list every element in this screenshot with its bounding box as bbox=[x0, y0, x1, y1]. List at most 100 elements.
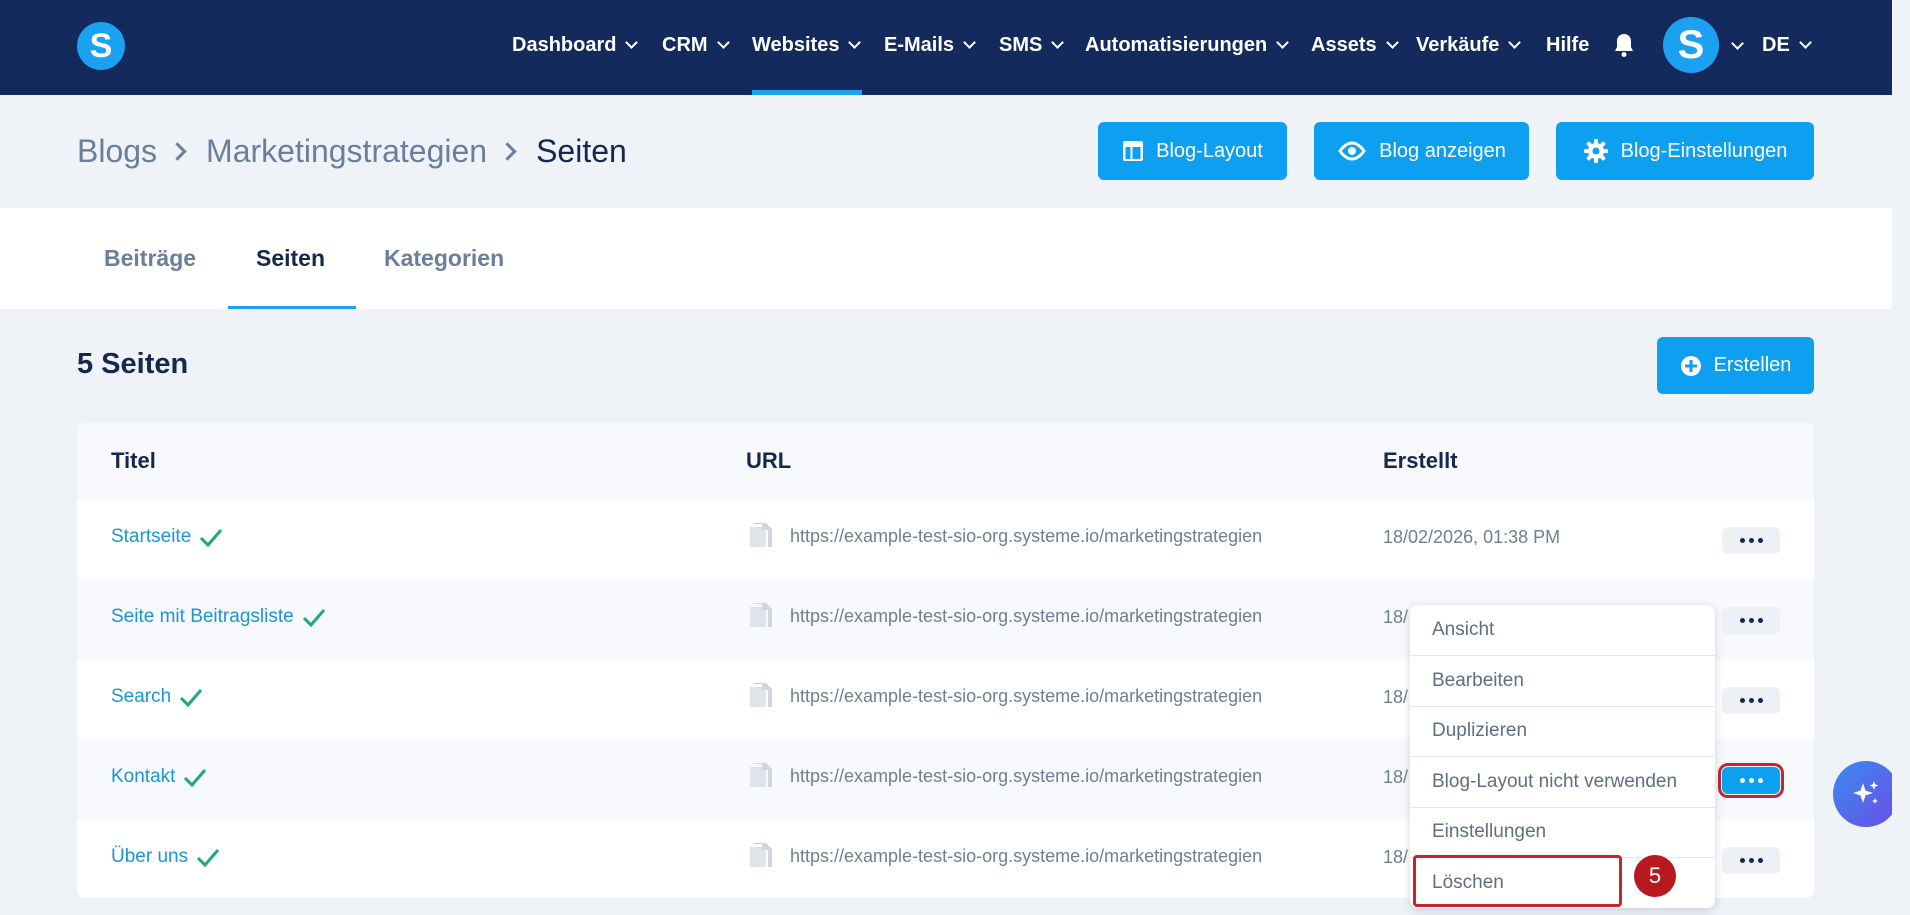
breadcrumb-item-blog[interactable]: Marketingstrategien bbox=[206, 133, 487, 170]
check-icon bbox=[302, 609, 325, 627]
page-title-link[interactable]: Seite mit Beitragsliste bbox=[111, 606, 326, 628]
gear-icon bbox=[1583, 139, 1608, 163]
blog-settings-button[interactable]: Blog-Einstellungen bbox=[1556, 122, 1814, 180]
create-button[interactable]: Erstellen bbox=[1657, 337, 1814, 394]
layout-icon bbox=[1123, 141, 1144, 161]
copy-icon[interactable] bbox=[748, 523, 772, 551]
row-actions-button[interactable] bbox=[1722, 607, 1780, 634]
page-count-title: 5 Seiten bbox=[77, 348, 189, 380]
ai-assistant-button[interactable] bbox=[1833, 761, 1899, 827]
nav-item-verkaeufe[interactable]: Verkäufe bbox=[1416, 30, 1522, 60]
nav-item-assets[interactable]: Assets bbox=[1311, 30, 1399, 60]
chevron-down-icon bbox=[1730, 36, 1744, 50]
nav-item-hilfe[interactable]: Hilfe bbox=[1546, 30, 1589, 60]
top-navigation: S Dashboard CRM Websites E-Mails SMS Aut… bbox=[0, 0, 1892, 95]
button-label: Blog-Layout bbox=[1156, 139, 1263, 162]
dot bbox=[1739, 858, 1745, 863]
scrollbar-track[interactable] bbox=[1892, 0, 1910, 915]
page-title-link[interactable]: Search bbox=[111, 686, 203, 708]
table-row: Startseite https://example-test-sio-org.… bbox=[77, 499, 1814, 579]
tab-kategorien[interactable]: Kategorien bbox=[384, 245, 504, 272]
dot bbox=[1748, 538, 1754, 543]
chevron-down-icon bbox=[1051, 35, 1065, 49]
chevron-down-icon bbox=[625, 35, 639, 49]
page-title: Search bbox=[111, 686, 172, 707]
page-created: 18/ bbox=[1383, 607, 1409, 627]
plus-circle-icon bbox=[1680, 355, 1701, 376]
check-icon bbox=[197, 849, 220, 867]
nav-label: E-Mails bbox=[884, 33, 955, 56]
bell-icon[interactable] bbox=[1613, 32, 1635, 58]
chevron-down-icon bbox=[1798, 35, 1812, 49]
nav-item-sms[interactable]: SMS bbox=[999, 30, 1065, 60]
page-title: Kontakt bbox=[111, 766, 176, 787]
nav-label: Automatisierungen bbox=[1085, 33, 1268, 56]
systeme-logo[interactable]: S bbox=[77, 22, 125, 70]
step-badge: 5 bbox=[1634, 855, 1676, 897]
highlight-box bbox=[1413, 855, 1622, 907]
dot bbox=[1739, 538, 1745, 543]
nav-item-dashboard[interactable]: Dashboard bbox=[512, 30, 639, 60]
dot bbox=[1757, 698, 1763, 703]
menu-item-blog-layout-nicht-verwenden[interactable]: Blog-Layout nicht verwenden bbox=[1410, 757, 1715, 808]
page-title-link[interactable]: Startseite bbox=[111, 526, 223, 548]
check-icon bbox=[184, 769, 207, 787]
nav-item-automatisierungen[interactable]: Automatisierungen bbox=[1085, 30, 1290, 60]
dot bbox=[1748, 858, 1754, 863]
language-selector[interactable]: DE bbox=[1762, 30, 1812, 60]
dot bbox=[1739, 698, 1745, 703]
nav-label: Websites bbox=[752, 33, 840, 56]
page-title: Startseite bbox=[111, 526, 192, 547]
dot bbox=[1739, 618, 1745, 623]
dot bbox=[1748, 778, 1754, 783]
nav-item-crm[interactable]: CRM bbox=[662, 30, 730, 60]
nav-label: CRM bbox=[662, 33, 708, 56]
menu-item-ansicht[interactable]: Ansicht bbox=[1410, 605, 1715, 656]
dot bbox=[1739, 778, 1745, 783]
page-created: 18/ bbox=[1383, 687, 1409, 707]
copy-icon[interactable] bbox=[748, 763, 772, 791]
breadcrumb: Blogs Marketingstrategien Seiten bbox=[77, 131, 627, 171]
dot bbox=[1748, 618, 1754, 623]
row-actions-button[interactable] bbox=[1722, 847, 1780, 874]
page-url: https://example-test-sio-org.systeme.io/… bbox=[790, 766, 1263, 786]
dot bbox=[1757, 778, 1763, 783]
menu-item-einstellungen[interactable]: Einstellungen bbox=[1410, 807, 1715, 858]
page-title-link[interactable]: Über uns bbox=[111, 846, 220, 868]
page-title-link[interactable]: Kontakt bbox=[111, 766, 207, 788]
chevron-down-icon bbox=[1385, 35, 1399, 49]
user-avatar[interactable]: S bbox=[1663, 17, 1719, 73]
copy-icon[interactable] bbox=[748, 843, 772, 871]
row-actions-button[interactable] bbox=[1722, 687, 1780, 714]
avatar-menu-toggle[interactable] bbox=[1727, 36, 1747, 56]
nav-label: Verkäufe bbox=[1416, 33, 1500, 56]
page-created: 18/ bbox=[1383, 767, 1409, 787]
column-header-title: Titel bbox=[111, 448, 156, 473]
nav-item-websites[interactable]: Websites bbox=[752, 30, 862, 60]
row-actions-button-active[interactable] bbox=[1718, 763, 1784, 798]
tab-beitraege[interactable]: Beiträge bbox=[104, 245, 196, 272]
nav-item-emails[interactable]: E-Mails bbox=[884, 30, 976, 60]
page-url: https://example-test-sio-org.systeme.io/… bbox=[790, 686, 1263, 706]
active-tab-indicator bbox=[228, 306, 356, 309]
sparkle-icon bbox=[1853, 781, 1879, 804]
nav-label: Hilfe bbox=[1546, 33, 1590, 56]
breadcrumb-item-blogs[interactable]: Blogs bbox=[77, 133, 157, 170]
blog-layout-button[interactable]: Blog-Layout bbox=[1098, 122, 1287, 180]
page-url: https://example-test-sio-org.systeme.io/… bbox=[790, 526, 1263, 546]
copy-icon[interactable] bbox=[748, 603, 772, 631]
chevron-right-icon bbox=[498, 141, 517, 161]
row-actions-button[interactable] bbox=[1722, 527, 1780, 554]
view-blog-button[interactable]: Blog anzeigen bbox=[1314, 122, 1529, 180]
breadcrumb-current: Seiten bbox=[536, 132, 627, 169]
check-icon bbox=[180, 689, 203, 707]
page-created: 18/ bbox=[1383, 847, 1409, 867]
tab-seiten[interactable]: Seiten bbox=[256, 245, 325, 272]
page-url: https://example-test-sio-org.systeme.io/… bbox=[790, 846, 1263, 866]
menu-item-bearbeiten[interactable]: Bearbeiten bbox=[1410, 656, 1715, 707]
chevron-down-icon bbox=[1508, 35, 1522, 49]
column-header-url: URL bbox=[746, 448, 792, 473]
copy-icon[interactable] bbox=[748, 683, 772, 711]
menu-item-duplizieren[interactable]: Duplizieren bbox=[1410, 706, 1715, 757]
dot bbox=[1757, 858, 1763, 863]
